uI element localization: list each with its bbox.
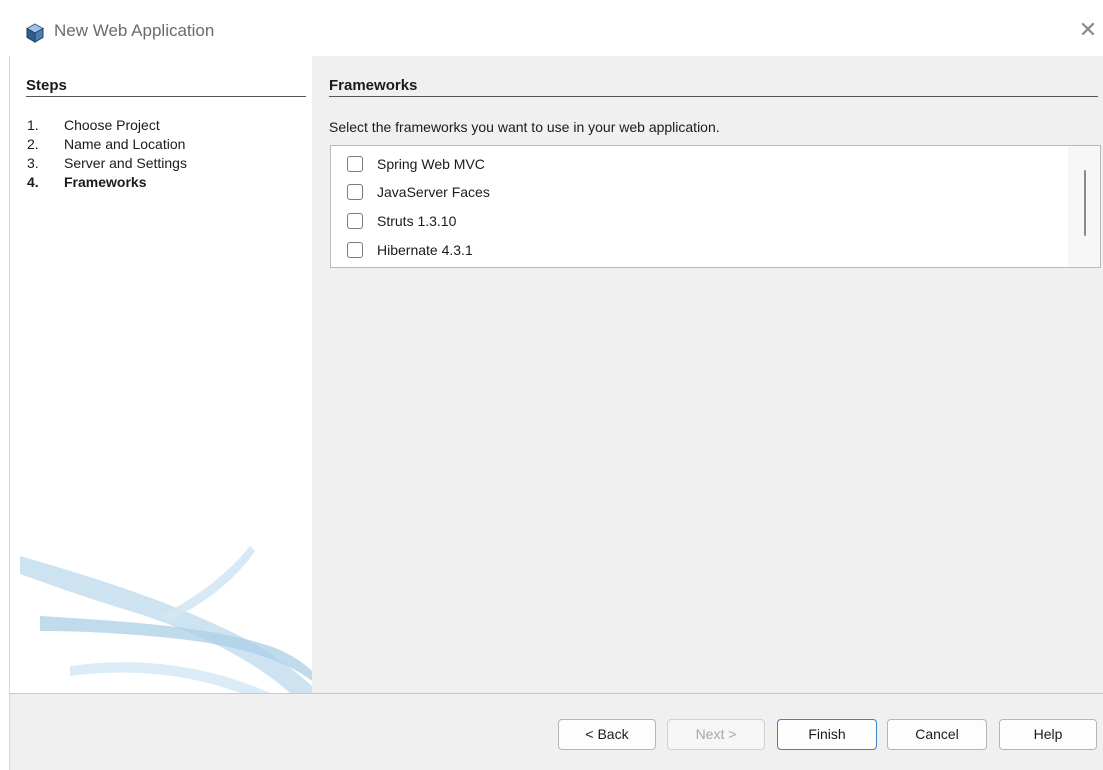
javaserver-faces-checkbox[interactable]	[347, 184, 363, 200]
frameworks-list: Spring Web MVC JavaServer Faces Struts 1…	[330, 145, 1101, 268]
framework-item-hibernate[interactable]: Hibernate 4.3.1	[347, 239, 473, 261]
decorative-swoosh	[20, 546, 312, 693]
frameworks-description: Select the frameworks you want to use in…	[329, 119, 720, 135]
button-bar: < Back Next > Finish Cancel Help	[10, 693, 1103, 770]
window-title: New Web Application	[54, 21, 215, 40]
steps-list: 1. Choose Project 2. Name and Location 3. S…	[27, 116, 187, 192]
spring-web-mvc-checkbox[interactable]	[347, 156, 363, 172]
framework-item-spring-web-mvc[interactable]: Spring Web MVC	[347, 153, 485, 175]
steps-heading: Steps	[26, 77, 67, 94]
close-icon[interactable]: ✕	[1078, 19, 1098, 41]
steps-divider	[26, 96, 306, 97]
frameworks-divider	[329, 96, 1098, 97]
cancel-button[interactable]: Cancel	[887, 719, 987, 750]
frameworks-heading: Frameworks	[329, 77, 418, 94]
framework-item-javaserver-faces[interactable]: JavaServer Faces	[347, 181, 490, 203]
framework-label: Spring Web MVC	[377, 156, 485, 172]
steps-panel: Steps 1. Choose Project 2. Name and Locati…	[10, 56, 312, 693]
step-server-and-settings: 3. Server and Settings	[27, 155, 187, 171]
framework-label: JavaServer Faces	[377, 184, 490, 200]
help-button[interactable]: Help	[999, 719, 1097, 750]
back-button[interactable]: < Back	[558, 719, 656, 750]
next-button[interactable]: Next >	[667, 719, 765, 750]
framework-item-struts[interactable]: Struts 1.3.10	[347, 210, 456, 232]
step-name-and-location: 2. Name and Location	[27, 136, 186, 152]
step-choose-project: 1. Choose Project	[27, 117, 160, 133]
hibernate-checkbox[interactable]	[347, 242, 363, 258]
struts-checkbox[interactable]	[347, 213, 363, 229]
netbeans-cube-icon	[25, 23, 45, 43]
title-bar: New Web Application ✕	[0, 0, 1103, 56]
framework-label: Hibernate 4.3.1	[377, 242, 473, 258]
finish-button[interactable]: Finish	[777, 719, 877, 750]
frameworks-scrollbar[interactable]	[1068, 146, 1100, 267]
framework-label: Struts 1.3.10	[377, 213, 457, 229]
frameworks-panel: Frameworks Select the frameworks you wan…	[312, 56, 1103, 693]
scrollbar-thumb[interactable]	[1084, 170, 1086, 236]
step-frameworks: 4. Frameworks	[27, 174, 147, 190]
